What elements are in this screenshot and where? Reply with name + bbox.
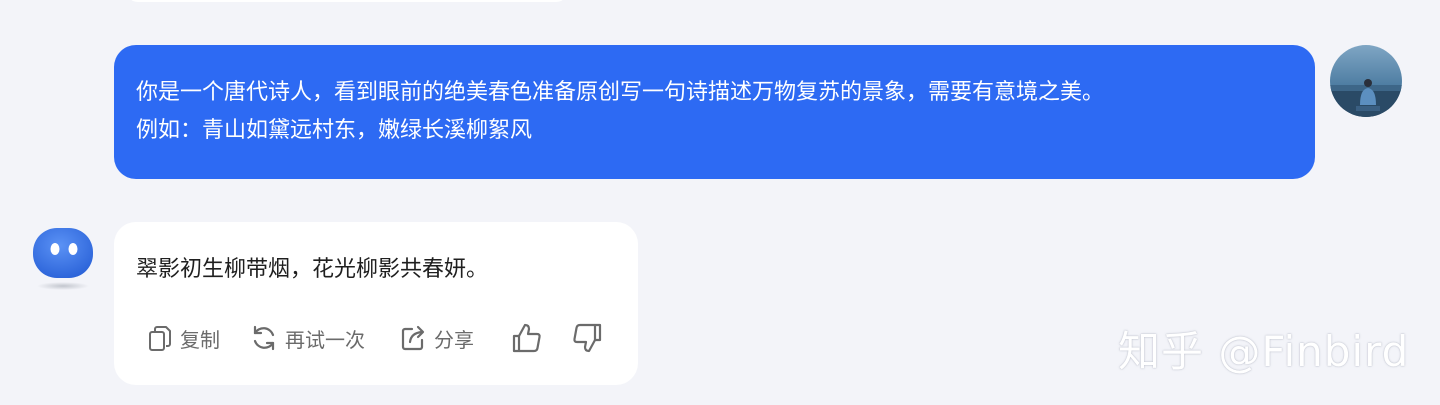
retry-button[interactable]: 再试一次 <box>249 318 365 358</box>
retry-label: 再试一次 <box>285 327 365 352</box>
thumbs-up-icon <box>512 323 541 353</box>
assistant-message-bubble: 翠影初生柳带烟，花光柳影共春妍。 复制 再试一次 分享 <box>114 222 638 385</box>
share-label: 分享 <box>434 327 474 352</box>
assistant-message-text: 翠影初生柳带烟，花光柳影共春妍。 <box>136 257 489 282</box>
share-button[interactable]: 分享 <box>398 318 474 358</box>
copy-button[interactable]: 复制 <box>146 318 220 358</box>
share-icon <box>401 325 425 351</box>
thumbs-down-icon <box>573 323 602 353</box>
copy-icon <box>149 326 171 351</box>
like-button[interactable] <box>510 318 544 358</box>
previous-message-bubble-edge <box>126 0 568 2</box>
user-avatar-photo <box>1330 45 1402 117</box>
watermark: 知乎 @Finbird <box>1118 327 1410 376</box>
dislike-button[interactable] <box>570 318 604 358</box>
assistant-avatar <box>28 222 100 294</box>
user-avatar[interactable] <box>1330 45 1402 117</box>
user-message-line-2: 例如：青山如黛远村东，嫩绿长溪柳絮风 <box>136 118 533 143</box>
assistant-avatar-icon <box>33 228 93 290</box>
copy-label: 复制 <box>180 327 220 352</box>
user-message-bubble: 你是一个唐代诗人，看到眼前的绝美春色准备原创写一句诗描述万物复苏的景象，需要有意… <box>114 45 1315 179</box>
refresh-icon <box>253 325 275 351</box>
user-message-line-1: 你是一个唐代诗人，看到眼前的绝美春色准备原创写一句诗描述万物复苏的景象，需要有意… <box>136 80 1105 105</box>
